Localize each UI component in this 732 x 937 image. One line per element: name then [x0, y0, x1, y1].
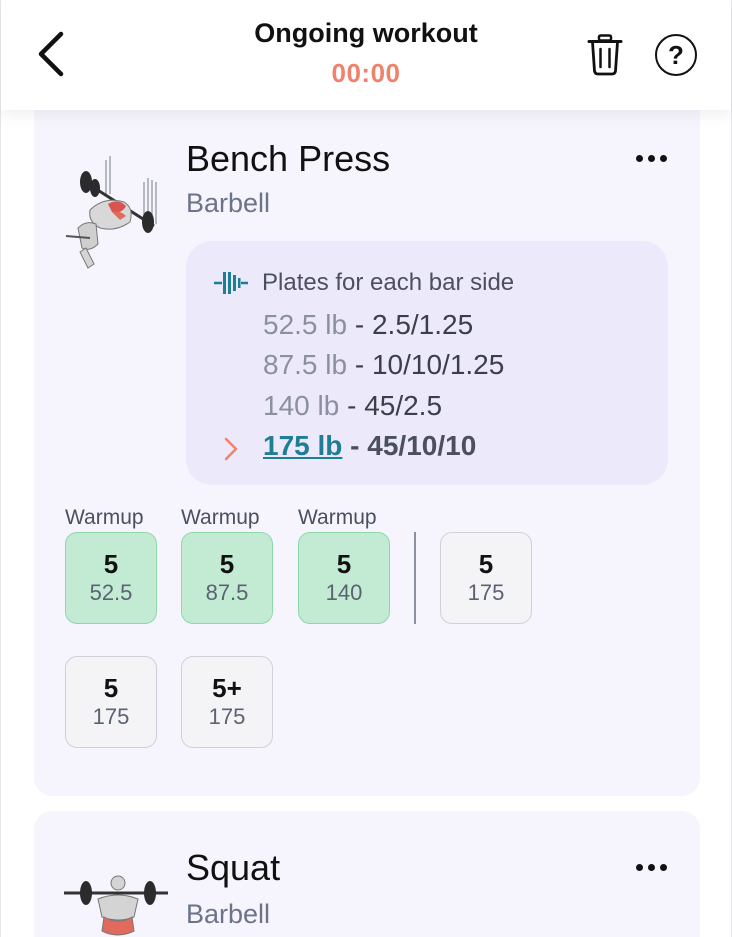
plate-row-separator: -: [347, 349, 372, 380]
plate-row-separator: -: [339, 390, 365, 421]
workout-screen: Ongoing workout 00:00 ? Bench Press Barb…: [0, 0, 732, 937]
barbell-plates-icon: [214, 272, 248, 294]
plates-panel: Plates for each bar side 52.5 lb - 2.5/1…: [186, 241, 668, 485]
current-weight-link[interactable]: 175 lb: [263, 430, 342, 461]
delete-workout-button[interactable]: [585, 33, 625, 77]
plate-row-separator: -: [347, 309, 372, 340]
set-weight: 52.5: [89, 580, 133, 605]
plate-row-plates: 45/10/10: [367, 430, 477, 461]
exercise-more-button[interactable]: [634, 857, 668, 877]
plate-row-weight: 140 lb: [263, 390, 340, 421]
set-tile[interactable]: 5 175: [65, 656, 157, 748]
plate-row-plates: 10/10/1.25: [371, 349, 505, 380]
plate-row: 140 lb - 45/2.5: [263, 390, 442, 422]
plate-row-weight: 87.5 lb: [263, 349, 348, 380]
more-dot-icon: [659, 863, 667, 871]
set-reps: 5: [219, 549, 235, 579]
squat-illustration: [64, 875, 168, 936]
set-reps: 5: [103, 673, 119, 703]
plates-title: Plates for each bar side: [262, 269, 515, 296]
warmup-label: Warmup: [298, 506, 377, 529]
more-dot-icon: [635, 154, 643, 162]
plate-row-plates: 2.5/1.25: [371, 309, 474, 340]
set-tile[interactable]: 5 175: [440, 532, 532, 624]
set-weight: 175: [467, 580, 505, 605]
plate-row: 87.5 lb - 10/10/1.25: [263, 349, 504, 381]
set-weight: 140: [325, 580, 363, 605]
set-weight: 87.5: [205, 580, 249, 605]
set-reps: 5: [103, 549, 119, 579]
set-reps: 5: [478, 549, 494, 579]
exercise-name: Squat: [186, 847, 281, 888]
bench-press-illustration: [65, 156, 157, 269]
set-tile-amrap[interactable]: 5+ 175: [181, 656, 273, 748]
set-weight: 175: [92, 704, 130, 729]
plate-row: 52.5 lb - 2.5/1.25: [263, 309, 473, 341]
chevron-right-icon[interactable]: [222, 436, 240, 462]
exercise-equipment: Barbell: [186, 899, 271, 929]
top-bar: Ongoing workout 00:00 ?: [1, 0, 731, 110]
exercise-more-button[interactable]: [634, 148, 668, 168]
plate-row-plates: 45/2.5: [364, 390, 443, 421]
set-tile-warmup[interactable]: 5 140: [298, 532, 390, 624]
more-dot-icon: [647, 863, 655, 871]
help-icon: ?: [668, 39, 684, 70]
exercise-name: Bench Press: [186, 138, 391, 179]
plate-row-weight: 52.5 lb: [263, 309, 348, 340]
set-tile-warmup[interactable]: 5 87.5: [181, 532, 273, 624]
plates-header: Plates for each bar side: [214, 269, 514, 297]
warmup-divider: [414, 532, 416, 624]
more-dot-icon: [635, 863, 643, 871]
set-reps: 5+: [212, 673, 242, 703]
more-dot-icon: [659, 154, 667, 162]
trash-icon: [587, 34, 623, 76]
more-dot-icon: [647, 154, 655, 162]
plate-row-separator: -: [342, 430, 368, 461]
help-button[interactable]: ?: [655, 34, 697, 76]
set-weight: 175: [208, 704, 246, 729]
exercise-card-squat: Squat Barbell: [34, 811, 700, 937]
exercise-equipment: Barbell: [186, 188, 271, 218]
set-tile-warmup[interactable]: 5 52.5: [65, 532, 157, 624]
plate-row-current[interactable]: 175 lb - 45/10/10: [263, 430, 476, 462]
set-reps: 5: [336, 549, 352, 579]
warmup-label: Warmup: [65, 506, 144, 529]
warmup-label: Warmup: [181, 506, 260, 529]
exercise-card-bench-press: Bench Press Barbell Plates for each bar …: [34, 96, 700, 796]
